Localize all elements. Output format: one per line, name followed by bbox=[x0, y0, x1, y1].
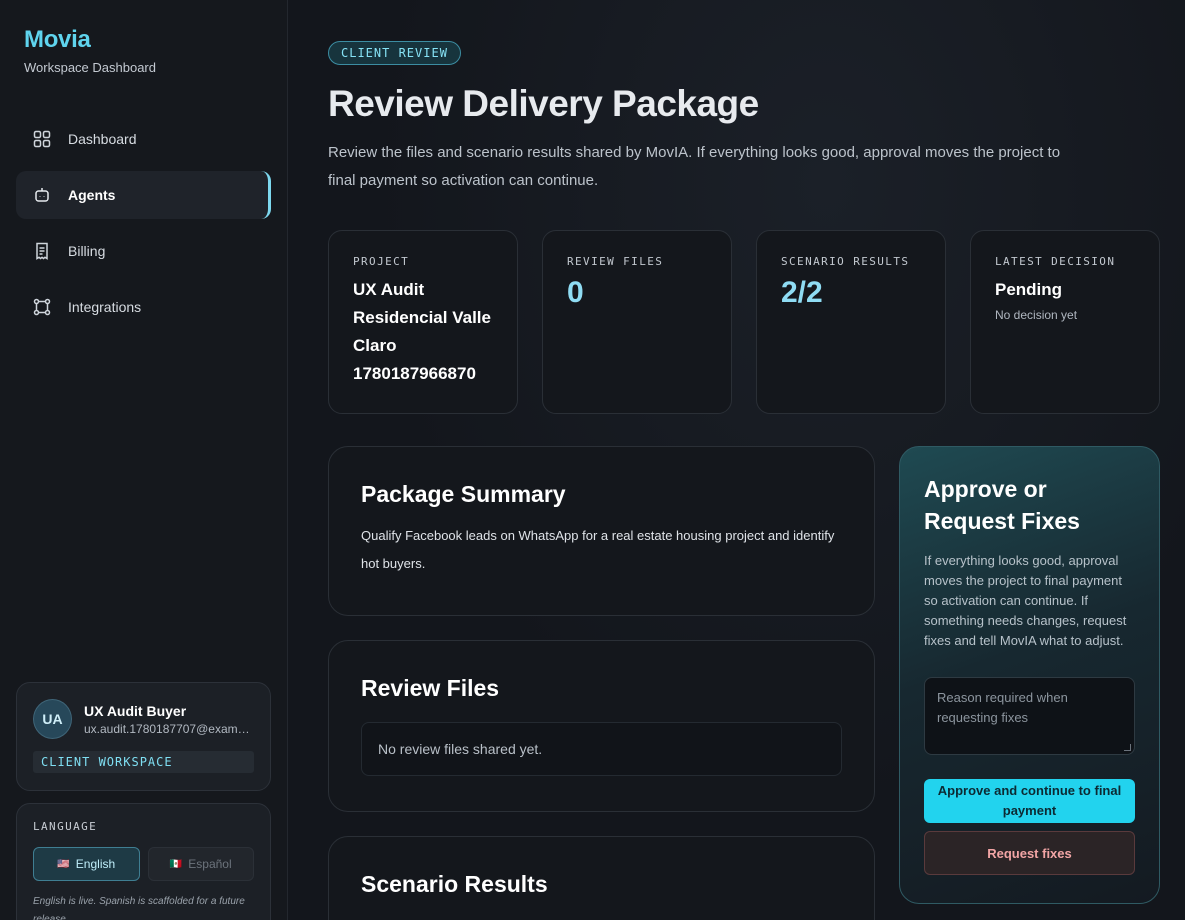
review-files-count: 0 bbox=[567, 276, 584, 309]
review-files-empty-state: No review files shared yet. bbox=[361, 722, 842, 776]
sidebar-item-label: Dashboard bbox=[68, 131, 137, 147]
sidebar-item-label: Billing bbox=[68, 243, 106, 259]
review-files-panel: Review Files No review files shared yet. bbox=[328, 640, 875, 812]
sidebar-nav: Dashboard Agents Billing Integrations bbox=[16, 115, 271, 331]
workspace-badge: CLIENT WORKSPACE bbox=[33, 751, 254, 773]
approve-button[interactable]: Approve and continue to final payment bbox=[924, 779, 1135, 823]
package-summary-panel: Package Summary Qualify Facebook leads o… bbox=[328, 446, 875, 616]
sidebar: Movia Workspace Dashboard Dashboard Agen… bbox=[0, 0, 288, 920]
scenario-results-title: Scenario Results bbox=[361, 871, 548, 897]
language-spanish-button[interactable]: 🇲🇽 Español bbox=[147, 847, 254, 881]
client-review-badge: CLIENT REVIEW bbox=[328, 41, 461, 65]
review-files-title: Review Files bbox=[361, 675, 500, 701]
mx-flag-icon: 🇲🇽 bbox=[169, 858, 183, 870]
sidebar-item-integrations[interactable]: Integrations bbox=[16, 283, 271, 331]
package-summary-text: Qualify Facebook leads on WhatsApp for a… bbox=[361, 528, 835, 571]
sidebar-item-billing[interactable]: Billing bbox=[16, 227, 271, 275]
approval-title: Approve or Request Fixes bbox=[924, 476, 1080, 534]
page-description: Review the files and scenario results sh… bbox=[328, 144, 1061, 189]
bot-icon bbox=[33, 186, 51, 204]
project-stat-card: PROJECT UX Audit Residencial Valle Claro… bbox=[328, 230, 518, 414]
language-spanish-label: Español bbox=[188, 857, 232, 871]
latest-decision-stat-card: LATEST DECISION Pending No decision yet bbox=[970, 230, 1160, 414]
user-card[interactable]: UA UX Audit Buyer ux.audit.1780187707@ex… bbox=[16, 682, 271, 791]
project-name: UX Audit Residencial Valle Claro 1780187… bbox=[353, 280, 491, 383]
sidebar-item-agents[interactable]: Agents bbox=[16, 171, 271, 219]
user-email: ux.audit.1780187707@exampl... bbox=[84, 721, 254, 736]
sidebar-item-dashboard[interactable]: Dashboard bbox=[16, 115, 271, 163]
request-fixes-button[interactable]: Request fixes bbox=[924, 831, 1135, 875]
stat-label: PROJECT bbox=[353, 255, 410, 268]
page-title: Review Delivery Package bbox=[328, 83, 759, 124]
receipt-icon bbox=[33, 242, 51, 260]
language-note: English is live. Spanish is scaffolded f… bbox=[33, 896, 245, 920]
stat-label: SCENARIO RESULTS bbox=[781, 255, 910, 268]
user-name: UX Audit Buyer bbox=[84, 702, 187, 719]
scenario-results-stat-card: SCENARIO RESULTS 2/2 bbox=[756, 230, 946, 414]
scenario-results-panel: Scenario Results bbox=[328, 836, 875, 920]
latest-decision-value: Pending bbox=[995, 280, 1063, 299]
language-english-button[interactable]: 🇺🇸 English bbox=[33, 847, 140, 881]
language-card: LANGUAGE 🇺🇸 English 🇲🇽 Español English i… bbox=[16, 803, 271, 920]
language-label: LANGUAGE bbox=[33, 820, 98, 833]
avatar: UA bbox=[33, 699, 72, 739]
sidebar-item-label: Agents bbox=[68, 187, 116, 203]
sidebar-item-label: Integrations bbox=[68, 299, 142, 315]
us-flag-icon: 🇺🇸 bbox=[57, 858, 70, 870]
language-english-label: English bbox=[75, 857, 116, 871]
brand-subtitle: Workspace Dashboard bbox=[24, 60, 156, 75]
latest-decision-sub: No decision yet bbox=[995, 308, 1078, 322]
main-content: CLIENT REVIEW Review Delivery Package Re… bbox=[288, 0, 1185, 920]
package-summary-title: Package Summary bbox=[361, 481, 566, 507]
approval-text: If everything looks good, approval moves… bbox=[924, 553, 1127, 648]
stat-label: LATEST DECISION bbox=[995, 255, 1116, 268]
stats-row: PROJECT UX Audit Residencial Valle Claro… bbox=[328, 230, 1185, 414]
fix-reason-textarea[interactable]: Reason required when requesting fixes bbox=[924, 677, 1135, 755]
network-icon bbox=[33, 298, 51, 316]
stat-label: REVIEW FILES bbox=[567, 255, 664, 268]
scenario-results-count: 2/2 bbox=[781, 276, 823, 309]
review-files-stat-card: REVIEW FILES 0 bbox=[542, 230, 732, 414]
brand-title: Movia bbox=[24, 26, 91, 53]
approval-panel: Approve or Request Fixes If everything l… bbox=[899, 446, 1160, 904]
grid-icon bbox=[33, 130, 51, 148]
